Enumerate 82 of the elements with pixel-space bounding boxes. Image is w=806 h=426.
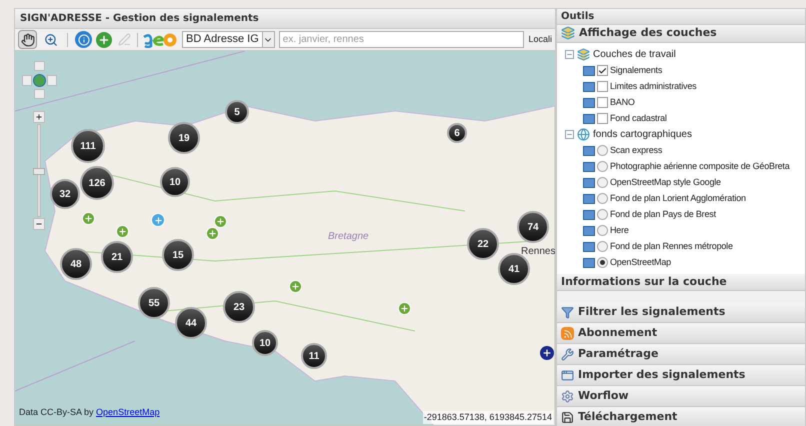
layer-label[interactable]: Fond de plan Lorient Agglomération <box>610 192 746 206</box>
legend-icon[interactable] <box>583 82 595 92</box>
radio-button[interactable] <box>597 177 608 188</box>
accordion-header[interactable]: Paramétrage <box>557 345 805 365</box>
pan-down-button[interactable] <box>34 89 45 99</box>
radio-button[interactable] <box>597 257 608 268</box>
layer-label[interactable]: Fond de plan Pays de Brest <box>610 208 716 222</box>
accordion-header[interactable]: Abonnement <box>557 324 805 344</box>
zoom-slider-thumb[interactable] <box>33 168 45 175</box>
locate-button[interactable]: Locali <box>528 32 552 46</box>
accordion-header[interactable]: Filtrer les signalements <box>557 303 805 323</box>
geo-logo-icon <box>142 31 178 48</box>
wrench-icon <box>561 348 574 361</box>
search-field[interactable]: ex. janvier, rennes <box>278 31 524 48</box>
legend-icon[interactable] <box>583 226 595 236</box>
layer-label[interactable]: Limites administratives <box>610 80 696 94</box>
window-icon <box>561 369 574 382</box>
legend-icon[interactable] <box>583 114 595 124</box>
layer-label[interactable]: BANO <box>610 96 635 110</box>
plus-icon <box>35 113 43 121</box>
layer-label[interactable]: Scan express <box>610 144 662 158</box>
pan-left-button[interactable] <box>22 75 32 86</box>
legend-icon[interactable] <box>583 162 595 172</box>
collapse-toggle-icon[interactable] <box>565 130 574 139</box>
coordinates-text: -291863.57138, 6193845.27514 <box>422 410 553 424</box>
panel-title: SIGN'ADRESSE - Gestion des signalements <box>15 9 555 29</box>
accordion-header[interactable]: Téléchargement <box>557 408 805 426</box>
plus-icon <box>98 34 110 46</box>
layers-icon <box>577 48 590 61</box>
place-label: Bretagne <box>328 230 369 244</box>
accordion-header[interactable]: Worflow <box>557 387 805 407</box>
layer-label[interactable]: Fond cadastral <box>610 112 667 126</box>
checkbox[interactable] <box>597 113 608 124</box>
gear-icon <box>561 390 574 403</box>
layer-label[interactable]: OpenStreetMap style Google <box>610 176 721 190</box>
checkbox[interactable] <box>597 81 608 92</box>
radio-button[interactable] <box>597 193 608 204</box>
source-select[interactable]: BD Adresse IG <box>182 31 275 48</box>
zoom-out-button[interactable] <box>33 218 45 230</box>
layers-section-header[interactable]: Affichage des couches <box>557 25 805 42</box>
rss-icon <box>561 327 574 340</box>
info-button[interactable] <box>75 31 92 48</box>
radio-button[interactable] <box>597 161 608 172</box>
globe-icon[interactable] <box>33 74 46 87</box>
cluster-marker[interactable]: 5 <box>225 100 249 124</box>
layer-label[interactable]: Here <box>610 224 629 238</box>
edit-button[interactable] <box>116 31 133 48</box>
radio-button[interactable] <box>597 145 608 156</box>
layer-group-label[interactable]: Couches de travail <box>593 47 676 62</box>
panel-title: Outils <box>557 9 805 25</box>
checkbox[interactable] <box>597 97 608 108</box>
layer-label[interactable]: Signalements <box>610 64 662 78</box>
collapse-toggle-icon[interactable] <box>565 50 574 59</box>
legend-icon[interactable] <box>583 98 595 108</box>
layer-label[interactable]: OpenStreetMap <box>610 256 671 270</box>
legend-icon[interactable] <box>583 66 595 76</box>
legend-icon[interactable] <box>583 242 595 252</box>
layer-group-label[interactable]: fonds cartographiques <box>593 127 692 142</box>
add-button[interactable] <box>96 32 112 48</box>
legend-icon[interactable] <box>583 194 595 204</box>
info-section-header[interactable]: Informations sur la couche <box>557 274 805 291</box>
pan-tool-button[interactable] <box>18 30 37 49</box>
legend-icon[interactable] <box>583 178 595 188</box>
radio-button[interactable] <box>597 225 608 236</box>
accordion-header[interactable]: Importer des signalements <box>557 366 805 386</box>
attribution-text: Data CC-By-SA by OpenStreetMap <box>19 406 160 419</box>
floppy-icon <box>561 411 574 424</box>
attribution-link[interactable]: OpenStreetMap <box>96 406 160 416</box>
layer-label[interactable]: Fond de plan Rennes métropole <box>610 240 733 254</box>
checkbox[interactable] <box>597 65 608 76</box>
pan-up-button[interactable] <box>34 61 45 71</box>
globe-icon <box>577 128 590 141</box>
legend-icon[interactable] <box>583 258 595 268</box>
radio-button[interactable] <box>597 241 608 252</box>
legend-icon[interactable] <box>583 210 595 220</box>
legend-icon[interactable] <box>583 146 595 156</box>
radio-button[interactable] <box>597 209 608 220</box>
pan-right-button[interactable] <box>47 75 57 86</box>
zoom-in-button[interactable] <box>33 111 45 123</box>
funnel-icon <box>561 306 574 319</box>
layer-label[interactable]: Photographie aérienne composite de GéoBreta <box>610 160 790 174</box>
layers-icon <box>561 26 575 40</box>
